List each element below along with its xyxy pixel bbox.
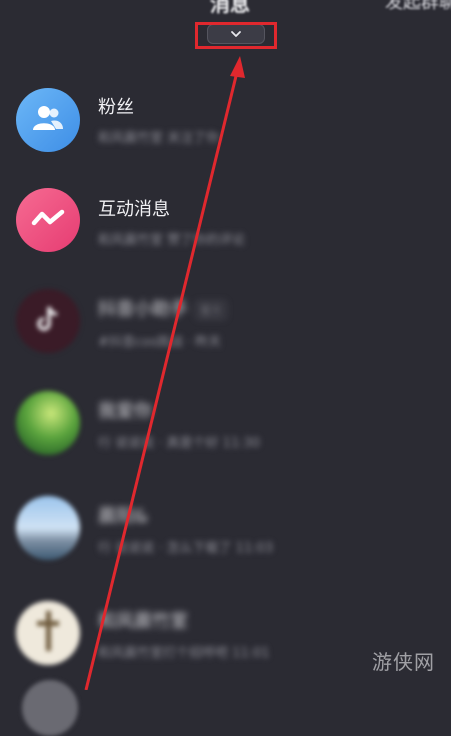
top-bar: 消息 发起群聊 [0, 0, 451, 16]
list-item-fans[interactable]: 粉丝 和风晨竹室 关注了你 [0, 70, 451, 170]
partial-avatar [22, 680, 78, 736]
list-item-time: 11:01 [232, 646, 270, 661]
list-item-preview: 行 说说说 · 真是个好 11:30 [98, 432, 260, 451]
list-item-time: 11:30 [222, 436, 261, 451]
tiktok-icon [35, 304, 61, 338]
page-title: 消息 [210, 0, 250, 16]
list-item-helper[interactable]: 抖音小助手 官方 #抖音cos挑战 · 昨天 [0, 273, 451, 373]
list-item-chat[interactable]: 晨阳& 行 说说说 · 怎么下载了 11:03 [0, 480, 451, 580]
helper-avatar [16, 289, 80, 353]
list-item-time: 11:03 [235, 541, 274, 556]
list-item-chat[interactable]: 我爱你 行 说说说 · 真是个好 11:30 [0, 375, 451, 475]
list-item-preview-text: 和风晨竹室打个招呼吧 [98, 646, 229, 661]
interactions-avatar [16, 188, 80, 252]
list-item-name: 粉丝 [98, 97, 134, 118]
users-icon [32, 104, 64, 136]
list-item-preview: 和风晨竹室 关注了你 [98, 131, 220, 146]
list-item-name: 抖音小助手 官方 [98, 295, 226, 321]
cross-photo-icon [33, 609, 63, 657]
list-item-name: 互动消息 [98, 199, 170, 220]
zigzag-icon [31, 208, 65, 232]
contact-avatar [16, 391, 80, 455]
list-item-preview: 和风晨竹室 赞了你的评论 [98, 233, 246, 248]
contact-avatar [16, 496, 80, 560]
fans-avatar [16, 88, 80, 152]
official-badge: 官方 [196, 301, 226, 319]
list-item-name: 和风晨竹室 [98, 611, 188, 632]
list-item-preview-text: 行 说说说 · 真是个好 [98, 436, 219, 451]
list-item-name-text: 抖音小助手 [98, 299, 188, 320]
list-item-name: 晨阳& [98, 506, 149, 527]
list-item-preview: 行 说说说 · 怎么下载了 11:03 [98, 537, 273, 556]
list-item-preview-text: 行 说说说 · 怎么下载了 [98, 541, 232, 556]
site-watermark: 游侠网 [372, 650, 435, 674]
annotation-highlight-box [195, 22, 277, 49]
contact-avatar [16, 601, 80, 665]
list-item-preview: 和风晨竹室打个招呼吧 11:01 [98, 642, 270, 661]
list-item-interactions[interactable]: 互动消息 和风晨竹室 赞了你的评论 [0, 170, 451, 270]
list-item-preview: #抖音cos挑战 · 昨天 [98, 335, 222, 350]
list-item-name: 我爱你 [98, 401, 152, 422]
start-group-chat-link[interactable]: 发起群聊 [385, 0, 451, 14]
